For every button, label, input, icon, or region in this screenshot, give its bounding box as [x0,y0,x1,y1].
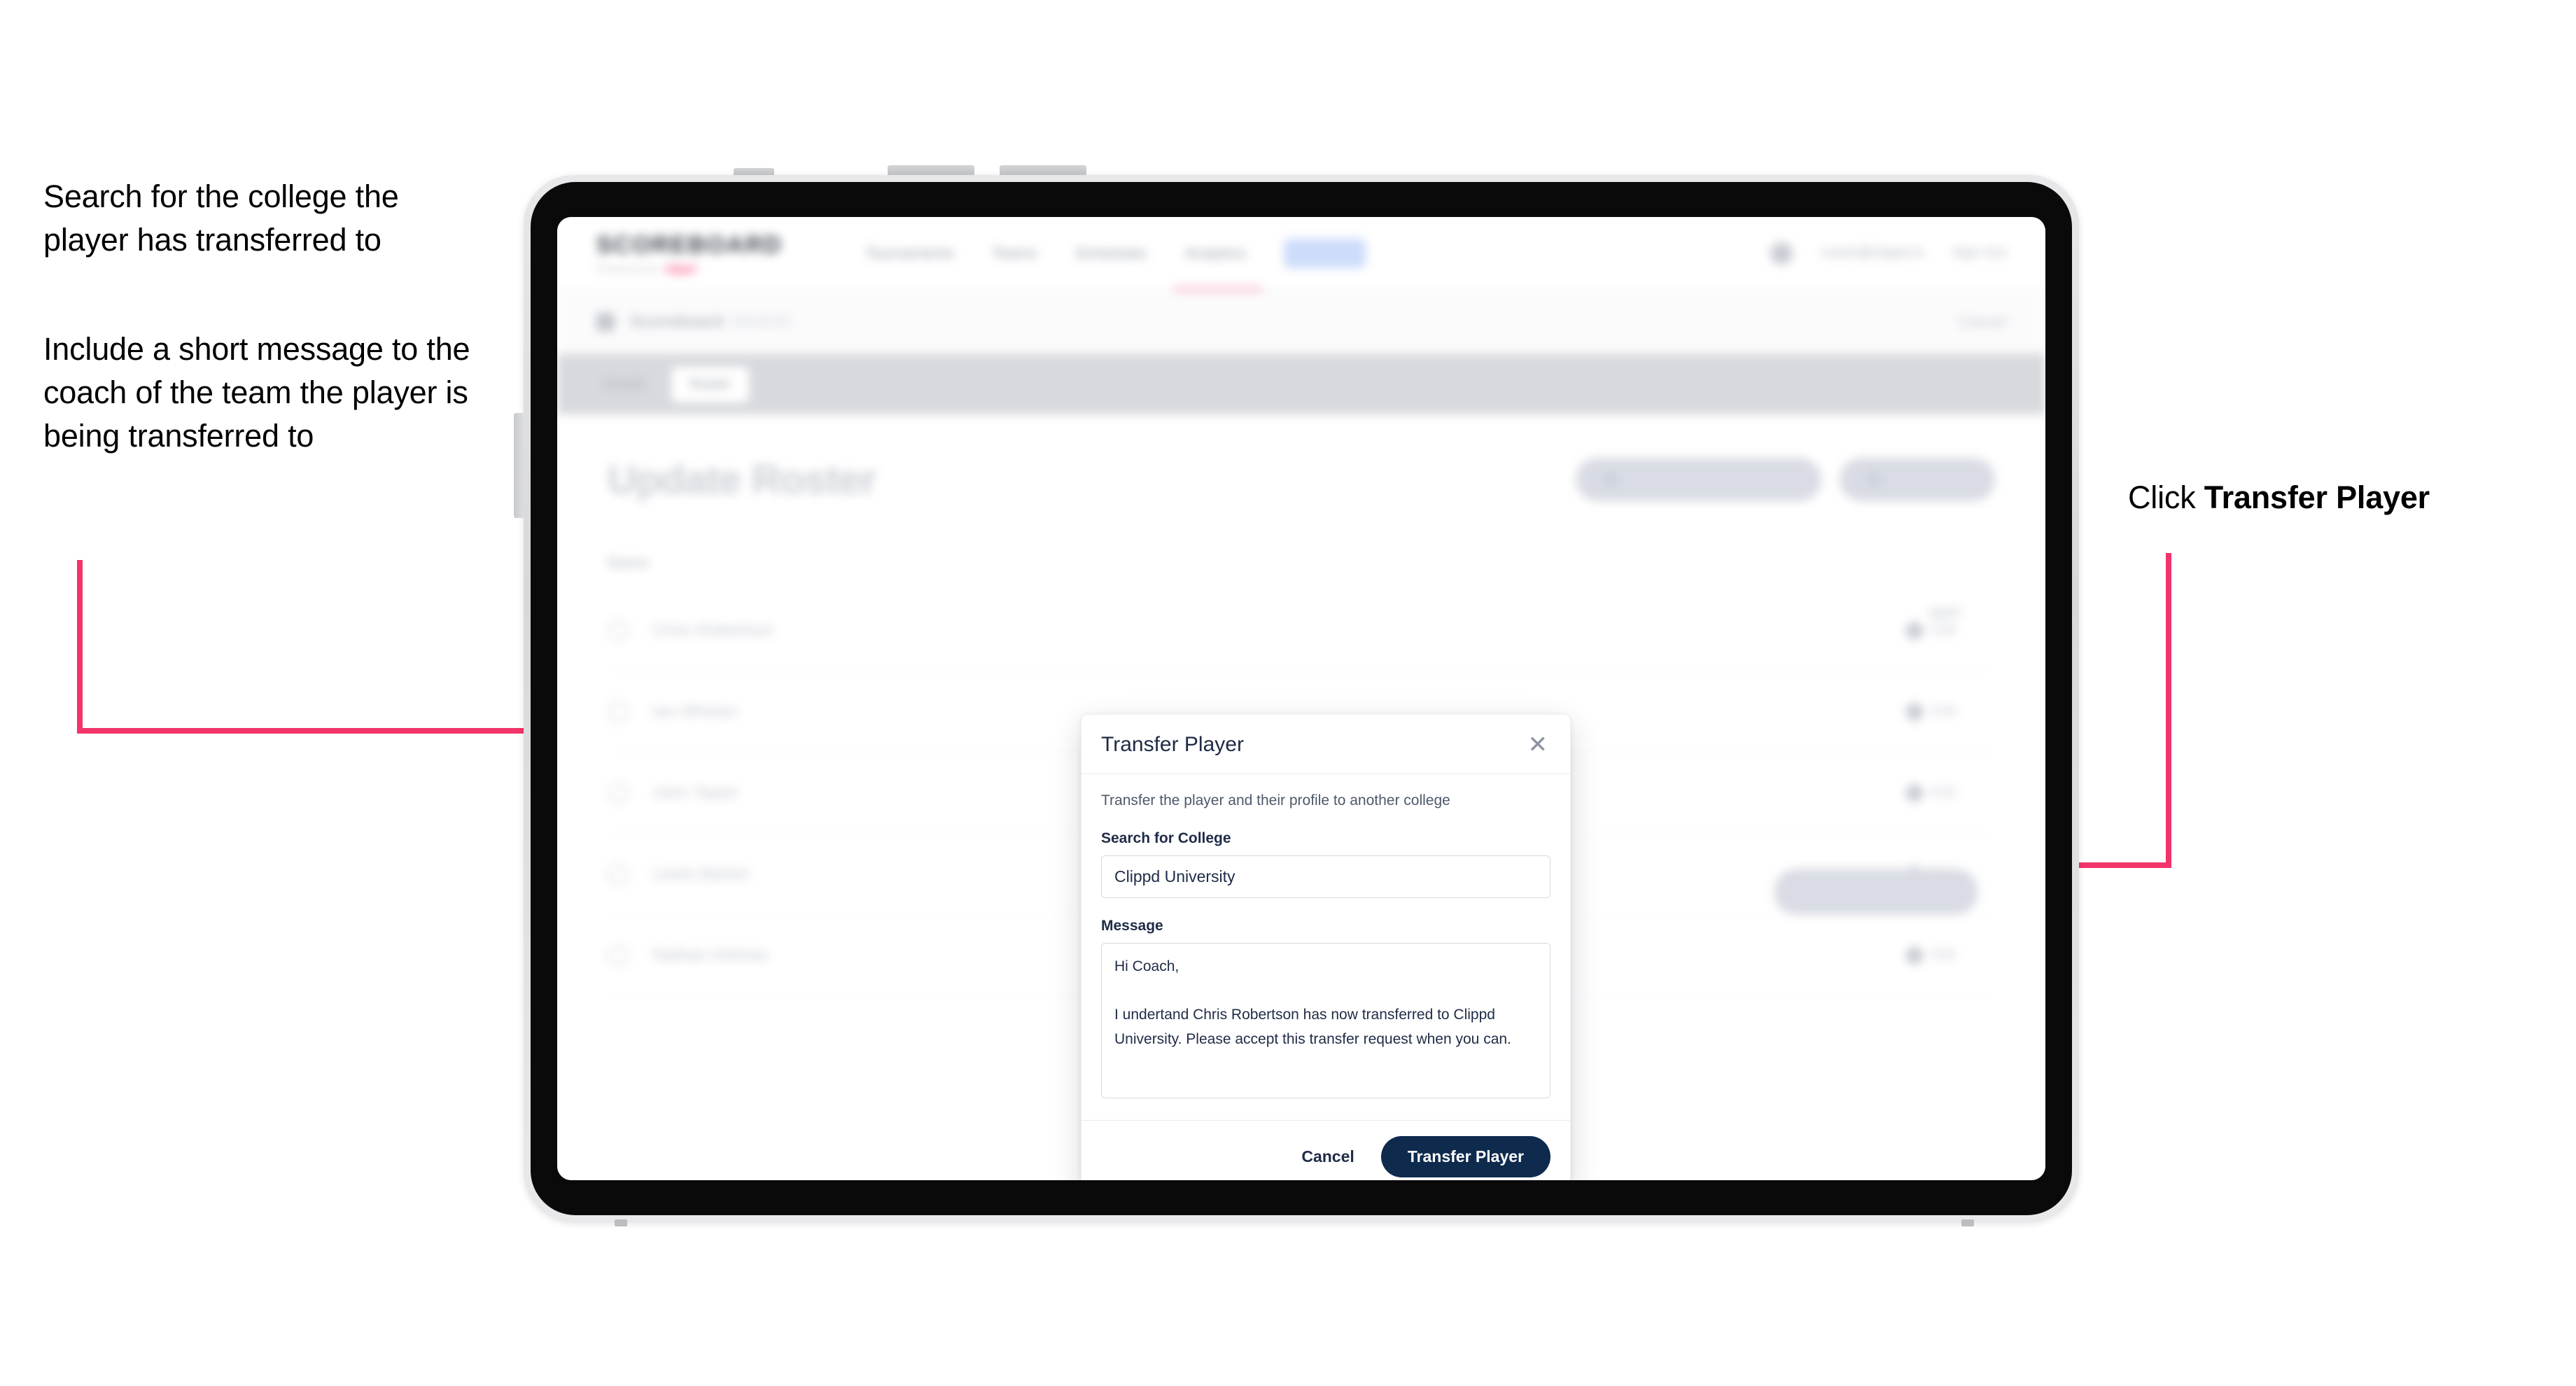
add-player-button[interactable]: Add Player [1840,458,1995,501]
app-logo-subtext-row: Powered by clippd [596,263,783,275]
row-edit-label: Edit [1931,947,1956,962]
nav-link-tournaments[interactable]: Tournaments [865,244,954,262]
power-button[interactable] [734,168,774,175]
nav-link-teams[interactable]: Teams [992,244,1037,262]
pencil-icon [1903,700,1926,723]
annotation-right-click-transfer: Click Transfer Player [2128,476,2562,519]
row-edit-button[interactable]: Edit [1903,700,1956,723]
message-textarea[interactable] [1101,943,1550,1098]
app-sub-bar: Scoreboard 2024/25 Cancel [557,290,2045,354]
annotation-right-strong: Transfer Player [2204,479,2430,515]
arrow-right-vertical-segment [2166,553,2171,868]
save-and-continue-button[interactable]: Save And Continue [1773,869,1978,915]
nav-sign-out-link[interactable]: Sign Out [1952,245,2006,261]
app-nav-links: Tournaments Teams Schedules Analytics Ro… [865,238,1366,268]
pencil-icon [1903,944,1926,967]
device-foot-right [1961,1219,1974,1226]
close-icon[interactable]: ✕ [1525,733,1551,757]
app-top-nav: SCOREBOARD Powered by clippd Tournaments… [557,217,2045,291]
volume-down-button[interactable] [1000,165,1086,175]
player-name: John Taylor [652,783,738,802]
player-name: Chris Robertson [652,620,774,640]
avatar[interactable] [1770,241,1793,265]
sub-bar-title: Scoreboard [630,312,724,331]
table-row[interactable]: Chris Robertson Edit [608,590,1995,671]
annotation-left-search-college: Search for the college the player has tr… [43,178,399,258]
player-name: Ian Whelan [652,701,738,721]
arrow-left-vertical-segment [77,560,83,734]
roster-column-header-name: Name [608,554,650,571]
cancel-button[interactable]: Cancel [1296,1139,1359,1175]
search-college-label: Search for College [1101,830,1231,846]
tablet-device-frame: SCOREBOARD Powered by clippd Tournaments… [514,165,2079,1226]
app-logo-brand-mark: clippd [664,262,696,275]
page-action-buttons: Request Player Transfer Add Player [1576,458,1995,501]
row-edit-label: Edit [1931,704,1956,719]
annotation-left-include-message: Include a short message to the coach of … [43,331,470,454]
request-player-transfer-button[interactable]: Request Player Transfer [1576,458,1822,501]
plus-icon [1868,472,1882,486]
annotation-right-prefix: Click [2128,479,2204,515]
row-edit-label: Edit [1931,785,1956,800]
nav-link-roster-active[interactable]: Roster [1284,238,1366,268]
app-nav-right: coach@clippd.io Sign Out [1770,241,2006,265]
transfer-player-submit-button[interactable]: Transfer Player [1380,1136,1550,1177]
pencil-icon [1903,619,1926,642]
tab-roster[interactable]: Roster [671,366,750,402]
nav-link-analytics[interactable]: Analytics [1184,244,1246,262]
add-player-label: Add Player [1891,470,1967,488]
roster-column-header-edit: EDIT [1929,606,1961,622]
row-select-checkbox[interactable] [608,782,629,804]
tablet-screen: SCOREBOARD Powered by clippd Tournaments… [557,217,2045,1180]
modal-title: Transfer Player [1101,733,1244,756]
nav-active-underline [1173,287,1263,291]
tab-details[interactable]: Details [585,367,664,402]
row-edit-button[interactable]: Edit [1903,781,1956,804]
screenshot-canvas: Search for the college the player has tr… [0,0,2576,1386]
app-logo-text: SCOREBOARD [596,231,783,258]
pencil-icon [1903,781,1926,804]
field-spacer [1101,898,1550,918]
player-name: Lewis Barton [652,864,750,883]
modal-body: Transfer the player and their profile to… [1082,774,1570,1120]
transfer-icon [1604,472,1618,486]
player-name: Nathan Holmes [652,945,769,965]
app-tab-bar: Details Roster [557,354,2045,414]
side-button[interactable] [514,413,524,518]
device-foot-left [615,1219,627,1226]
row-edit-button[interactable]: Edit [1903,944,1956,967]
modal-header: Transfer Player ✕ [1082,715,1570,774]
row-edit-label: Edit [1931,622,1956,638]
nav-user-email: coach@clippd.io [1821,245,1924,260]
modal-description: Transfer the player and their profile to… [1101,792,1450,808]
volume-up-button[interactable] [888,165,974,175]
row-edit-button[interactable]: Edit [1903,619,1956,642]
sub-bar-season: 2024/25 [730,312,792,331]
scoreboard-icon [596,312,615,331]
nav-link-schedules[interactable]: Schedules [1075,244,1147,262]
search-college-input[interactable] [1101,855,1550,898]
modal-footer: Cancel Transfer Player [1082,1120,1570,1180]
row-select-checkbox[interactable] [608,863,629,885]
tablet-bezel: SCOREBOARD Powered by clippd Tournaments… [531,182,2072,1215]
row-select-checkbox[interactable] [608,701,629,722]
app-logo-powered-by: Powered by [596,262,659,275]
row-select-checkbox[interactable] [608,944,629,966]
message-label: Message [1101,918,1163,934]
row-select-checkbox[interactable] [608,620,629,641]
sub-bar-cancel-link[interactable]: Cancel [1959,313,2006,331]
transfer-player-modal: Transfer Player ✕ Transfer the player an… [1081,714,1571,1180]
app-logo[interactable]: SCOREBOARD Powered by clippd [596,232,783,275]
request-player-transfer-label: Request Player Transfer [1628,470,1794,488]
